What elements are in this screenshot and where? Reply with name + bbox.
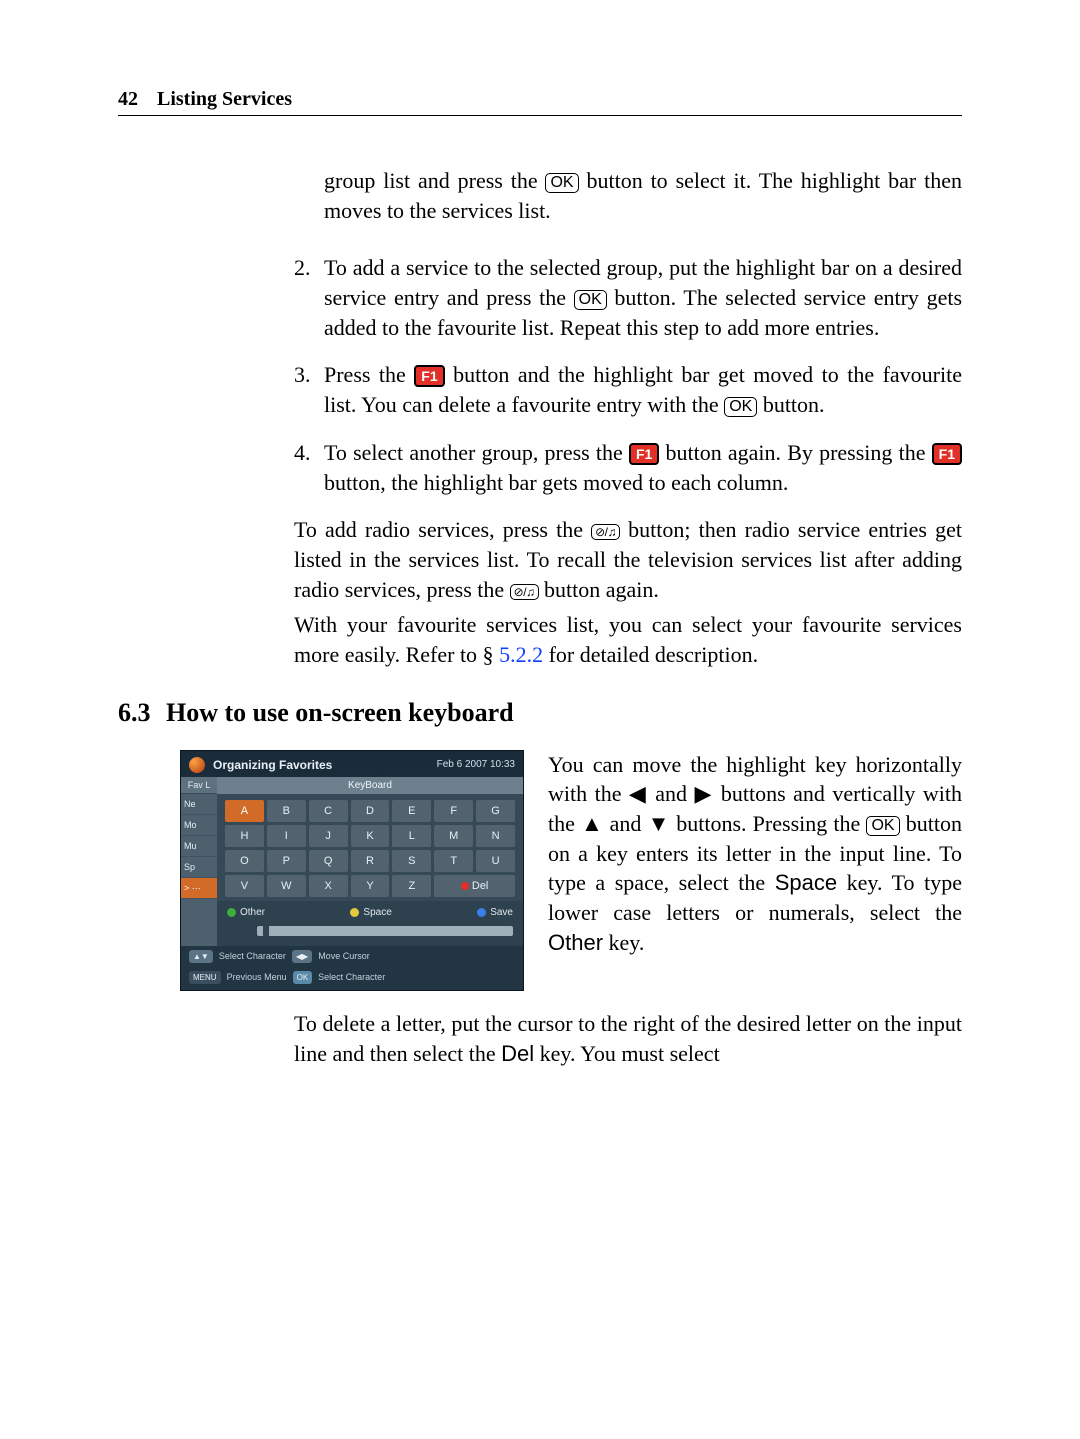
- osk-key-a: A: [225, 800, 264, 822]
- osk-left-item: Sp: [181, 857, 217, 878]
- step-2: 2. To add a service to the selected grou…: [294, 253, 962, 342]
- favourite-note: With your favourite services list, you c…: [294, 610, 962, 669]
- osk-key: T: [434, 850, 473, 872]
- step-number: 4.: [294, 438, 311, 468]
- step-number: 2.: [294, 253, 311, 283]
- keyboard-paragraph: You can move the highlight key horizonta…: [548, 750, 962, 958]
- menu-pill-icon: MENU: [189, 971, 221, 984]
- tv-radio-key-icon: ⊘/♫: [591, 524, 620, 540]
- osk-key: D: [351, 800, 390, 822]
- osk-key: O: [225, 850, 264, 872]
- ok-key-icon: OK: [866, 816, 899, 836]
- tv-radio-key-icon: ⊘/♫: [510, 584, 539, 600]
- osk-left-header: Fav L: [181, 777, 217, 794]
- running-header: 42 Listing Services: [118, 88, 962, 116]
- blue-ball-icon: [477, 908, 486, 917]
- ok-pill-icon: OK: [293, 971, 313, 984]
- osk-key: B: [267, 800, 306, 822]
- osk-header-icon: [189, 757, 205, 773]
- osk-left-item: Mu: [181, 836, 217, 857]
- step-4: 4. To select another group, press the F1…: [294, 438, 962, 497]
- del-key-label: Del: [501, 1041, 534, 1066]
- osk-controls: Other Space Save: [217, 901, 523, 926]
- figure-onscreen-keyboard: Organizing Favorites Feb 6 2007 10:33 Fa…: [180, 750, 524, 991]
- osk-space-button: Space: [350, 907, 391, 918]
- osk-key-grid: A B C D E F G H I J K L M: [217, 794, 523, 901]
- other-key-label: Other: [548, 930, 603, 955]
- leftright-pill-icon: ◀▶: [292, 950, 312, 963]
- osk-left-item-selected: > ···: [181, 878, 217, 899]
- section-heading-6-3: 6.3 How to use on-screen keyboard: [118, 698, 962, 728]
- osk-key: G: [476, 800, 515, 822]
- section-number: 6.3: [118, 698, 166, 728]
- up-arrow-icon: ▲: [581, 811, 603, 836]
- f1-key-icon: F1: [414, 365, 444, 387]
- osk-hint-text: Move Cursor: [318, 950, 370, 963]
- osk-title: Organizing Favorites: [213, 758, 332, 772]
- step-number: 3.: [294, 360, 311, 390]
- chapter-title: Listing Services: [157, 88, 292, 110]
- osk-key: N: [476, 825, 515, 847]
- osk-other-button: Other: [227, 907, 265, 918]
- osk-key: Y: [351, 875, 390, 897]
- osk-key: I: [267, 825, 306, 847]
- body-column: group list and press the OK button to se…: [294, 166, 962, 670]
- steps-list: 2. To add a service to the selected grou…: [294, 253, 962, 497]
- osk-hints: ▲▼ Select Character ◀▶ Move Cursor MENU …: [181, 946, 523, 990]
- osk-screenshot: Organizing Favorites Feb 6 2007 10:33 Fa…: [180, 750, 524, 991]
- updown-pill-icon: ▲▼: [189, 950, 213, 963]
- osk-left-list: Fav L Ne Mo Mu Sp > ···: [181, 777, 217, 946]
- ok-key-icon: OK: [724, 397, 757, 417]
- osk-key: M: [434, 825, 473, 847]
- delete-paragraph: To delete a letter, put the cursor to th…: [294, 1009, 962, 1068]
- osk-key: V: [225, 875, 264, 897]
- osk-save-button: Save: [477, 907, 513, 918]
- f1-key-icon: F1: [932, 443, 962, 465]
- space-key-label: Space: [775, 870, 837, 895]
- osk-left-item: Mo: [181, 815, 217, 836]
- page-number: 42: [118, 88, 138, 110]
- osk-key: Z: [392, 875, 431, 897]
- osk-key: X: [309, 875, 348, 897]
- f1-key-icon: F1: [629, 443, 659, 465]
- osk-key: J: [309, 825, 348, 847]
- green-ball-icon: [227, 908, 236, 917]
- osk-key: Q: [309, 850, 348, 872]
- osk-key: S: [392, 850, 431, 872]
- osk-key: W: [267, 875, 306, 897]
- osk-hint-text: Select Character: [219, 950, 286, 963]
- osk-key: F: [434, 800, 473, 822]
- figure-and-text: Organizing Favorites Feb 6 2007 10:33 Fa…: [118, 750, 962, 991]
- osk-hint-text: Previous Menu: [227, 971, 287, 984]
- osk-date: Feb 6 2007 10:33: [437, 759, 515, 770]
- section-title: How to use on-screen keyboard: [166, 698, 514, 728]
- osk-left-item: Ne: [181, 794, 217, 815]
- right-arrow-icon: ▶: [695, 781, 714, 806]
- yellow-ball-icon: [350, 908, 359, 917]
- osk-key: K: [351, 825, 390, 847]
- section-link-5-2-2[interactable]: 5.2.2: [499, 642, 543, 667]
- osk-key: H: [225, 825, 264, 847]
- step-3: 3. Press the F1 button and the highlight…: [294, 360, 962, 419]
- osk-key: C: [309, 800, 348, 822]
- osk-keyboard-title: KeyBoard: [217, 777, 523, 794]
- down-arrow-icon: ▼: [648, 811, 670, 836]
- osk-key: P: [267, 850, 306, 872]
- left-arrow-icon: ◀: [629, 781, 648, 806]
- osk-hint-text: Select Character: [318, 971, 385, 984]
- osk-key: U: [476, 850, 515, 872]
- ok-key-icon: OK: [545, 173, 578, 193]
- osk-input-bar: [217, 926, 523, 946]
- osk-caret: [263, 926, 269, 936]
- red-dot-icon: [461, 882, 469, 890]
- ok-key-icon: OK: [574, 290, 607, 310]
- page: 42 Listing Services group list and press…: [0, 0, 1080, 1439]
- intro-continuation: group list and press the OK button to se…: [294, 166, 962, 225]
- osk-header: Organizing Favorites Feb 6 2007 10:33: [181, 751, 523, 777]
- osk-key-del: Del: [434, 875, 515, 897]
- osk-key: E: [392, 800, 431, 822]
- radio-paragraph: To add radio services, press the ⊘/♫ but…: [294, 515, 962, 604]
- osk-key: R: [351, 850, 390, 872]
- osk-key: L: [392, 825, 431, 847]
